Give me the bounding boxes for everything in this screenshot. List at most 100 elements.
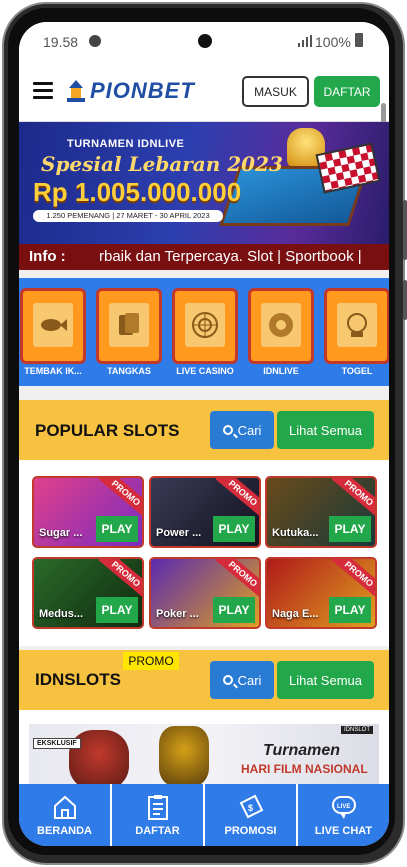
popular-see-all-button[interactable]: Lihat Semua [277,411,374,449]
category-live-casino[interactable]: LIVE CASINO [172,288,238,376]
screen: 19.58 100% PIONBET MASUK DAFTAR TURNAMEN… [19,22,389,846]
front-camera [198,34,212,48]
category-label: IDNLIVE [263,366,299,376]
game-name: Poker ... [156,608,199,620]
logo-mark-icon [67,80,85,102]
game-card[interactable]: PROMO Naga E... PLAY [265,557,377,629]
promo-badge: PROMO [98,559,142,599]
category-togel[interactable]: TOGEL [324,288,389,376]
nav-live-chat[interactable]: LIVE LIVE CHAT [298,784,389,846]
brand-logo[interactable]: PIONBET [65,76,195,106]
idnslots-banner[interactable]: EKSKLUSIF IDNSLOT Turnamen HARI FILM NAS… [29,724,379,784]
roulette-icon [192,312,218,338]
play-button[interactable]: PLAY [213,597,255,623]
game-name: Power ... [156,527,202,539]
category-label: TEMBAK IK... [24,366,82,376]
game-card[interactable]: PROMO Kutuka... PLAY [265,476,377,548]
bottom-nav: BERANDA DAFTAR $ PROMOSI LIVE LIVE CHAT [19,784,389,846]
promo-badge: PROMO [331,478,375,518]
promo-badge: PROMO [331,559,375,599]
category-tile [172,288,238,364]
play-button[interactable]: PLAY [329,597,371,623]
idnslots-banner-title: Turnamen [263,742,341,759]
signal-icon [298,35,312,47]
svg-text:LIVE: LIVE [337,804,350,810]
idnslots-title: IDNSLOTS [35,670,121,689]
nav-promotions[interactable]: $ PROMOSI [205,784,298,846]
home-icon [53,795,76,819]
login-button[interactable]: MASUK [242,76,309,107]
exclusive-badge: EKSKLUSIF [33,738,81,749]
popular-slots-header: POPULAR SLOTS Cari Lihat Semua [19,400,389,460]
popular-search-button[interactable]: Cari [210,411,274,449]
play-button[interactable]: PLAY [96,516,138,542]
nav-label: BERANDA [37,825,92,837]
site-header: PIONBET MASUK DAFTAR [19,60,389,133]
billiard-ball-icon [269,313,293,337]
game-name: Naga E... [272,608,319,620]
category-tembak-ikan[interactable]: TEMBAK IK... [20,288,86,376]
idnslots-banner-subtitle: HARI FILM NASIONAL [241,762,368,776]
clipboard-icon [147,795,168,820]
game-name: Kutuka... [272,527,319,539]
coupon-icon: $ [239,794,263,819]
promo-badge: PROMO [215,559,259,599]
idnslot-logo: IDNSLOT [341,726,374,734]
play-button[interactable]: PLAY [329,516,371,542]
search-label: Cari [237,422,262,438]
play-button[interactable]: PLAY [213,516,255,542]
category-tile [248,288,314,364]
game-name: Sugar ... [39,527,83,539]
idnslots-area: EKSKLUSIF IDNSLOT Turnamen HARI FILM NAS… [19,710,389,790]
volume-button [403,200,407,260]
svg-text:$: $ [248,803,253,813]
brand-name: PIONBET [90,78,195,103]
category-tile [20,288,86,364]
game-name: Medus... [39,608,84,620]
banner-line2: Spesial Lebaran 2023 [41,152,283,176]
category-tile [324,288,389,364]
status-bar: 19.58 100% [19,22,389,60]
ticker-text: rbaik dan Terpercaya. Slot | Sportbook | [99,248,362,265]
idnslots-search-button[interactable]: Cari [210,661,274,699]
promo-badge: PROMO [98,478,142,518]
menu-icon[interactable] [33,82,53,100]
idnslots-promo-tag: PROMO [123,652,179,670]
category-label: TANGKAS [107,366,151,376]
search-label: Cari [237,672,262,688]
category-tile [96,288,162,364]
category-label: LIVE CASINO [176,366,234,376]
category-tangkas[interactable]: TANGKAS [96,288,162,376]
battery-icon [355,33,363,47]
category-idnlive[interactable]: IDNLIVE [248,288,314,376]
ticker-label: Info : [29,248,66,265]
category-bar: TEMBAK IK... TANGKAS LIVE CASINO IDNLIVE [19,278,389,386]
idnslots-see-all-button[interactable]: Lihat Semua [277,661,374,699]
banner-line1: TURNAMEN IDNLIVE [67,138,185,150]
info-ticker: Info : rbaik dan Terpercaya. Slot | Spor… [19,244,389,270]
popular-slots-grid: PROMO Sugar ... PLAY PROMO Power ... PLA… [19,460,389,646]
game-card[interactable]: PROMO Power ... PLAY [149,476,261,548]
character-graphic [159,726,209,784]
search-icon [222,675,233,685]
search-icon [222,425,233,435]
game-card[interactable]: PROMO Sugar ... PLAY [32,476,144,548]
lottery-icon [347,313,367,337]
checkerboard-graphic [315,142,381,194]
banner-amount: Rp 1.005.000.000 [33,177,242,207]
game-card[interactable]: PROMO Poker ... PLAY [149,557,261,629]
promo-banner[interactable]: TURNAMEN IDNLIVE Spesial Lebaran 2023 Rp… [19,122,389,244]
status-time: 19.58 [43,34,79,50]
popular-slots-title: POPULAR SLOTS [35,421,180,440]
fish-icon [41,319,67,331]
power-button [403,280,407,320]
register-button[interactable]: DAFTAR [314,76,380,107]
nav-home[interactable]: BERANDA [19,784,112,846]
play-button[interactable]: PLAY [96,597,138,623]
nav-register[interactable]: DAFTAR [112,784,205,846]
live-chat-icon: LIVE [331,796,356,819]
idnslots-header: IDNSLOTS Cari Lihat Semua [19,650,389,710]
cards-icon [119,313,139,335]
game-card[interactable]: PROMO Medus... PLAY [32,557,144,629]
banner-subtitle: 1.250 PEMENANG | 27 MARET - 30 APRIL 202… [33,210,223,222]
